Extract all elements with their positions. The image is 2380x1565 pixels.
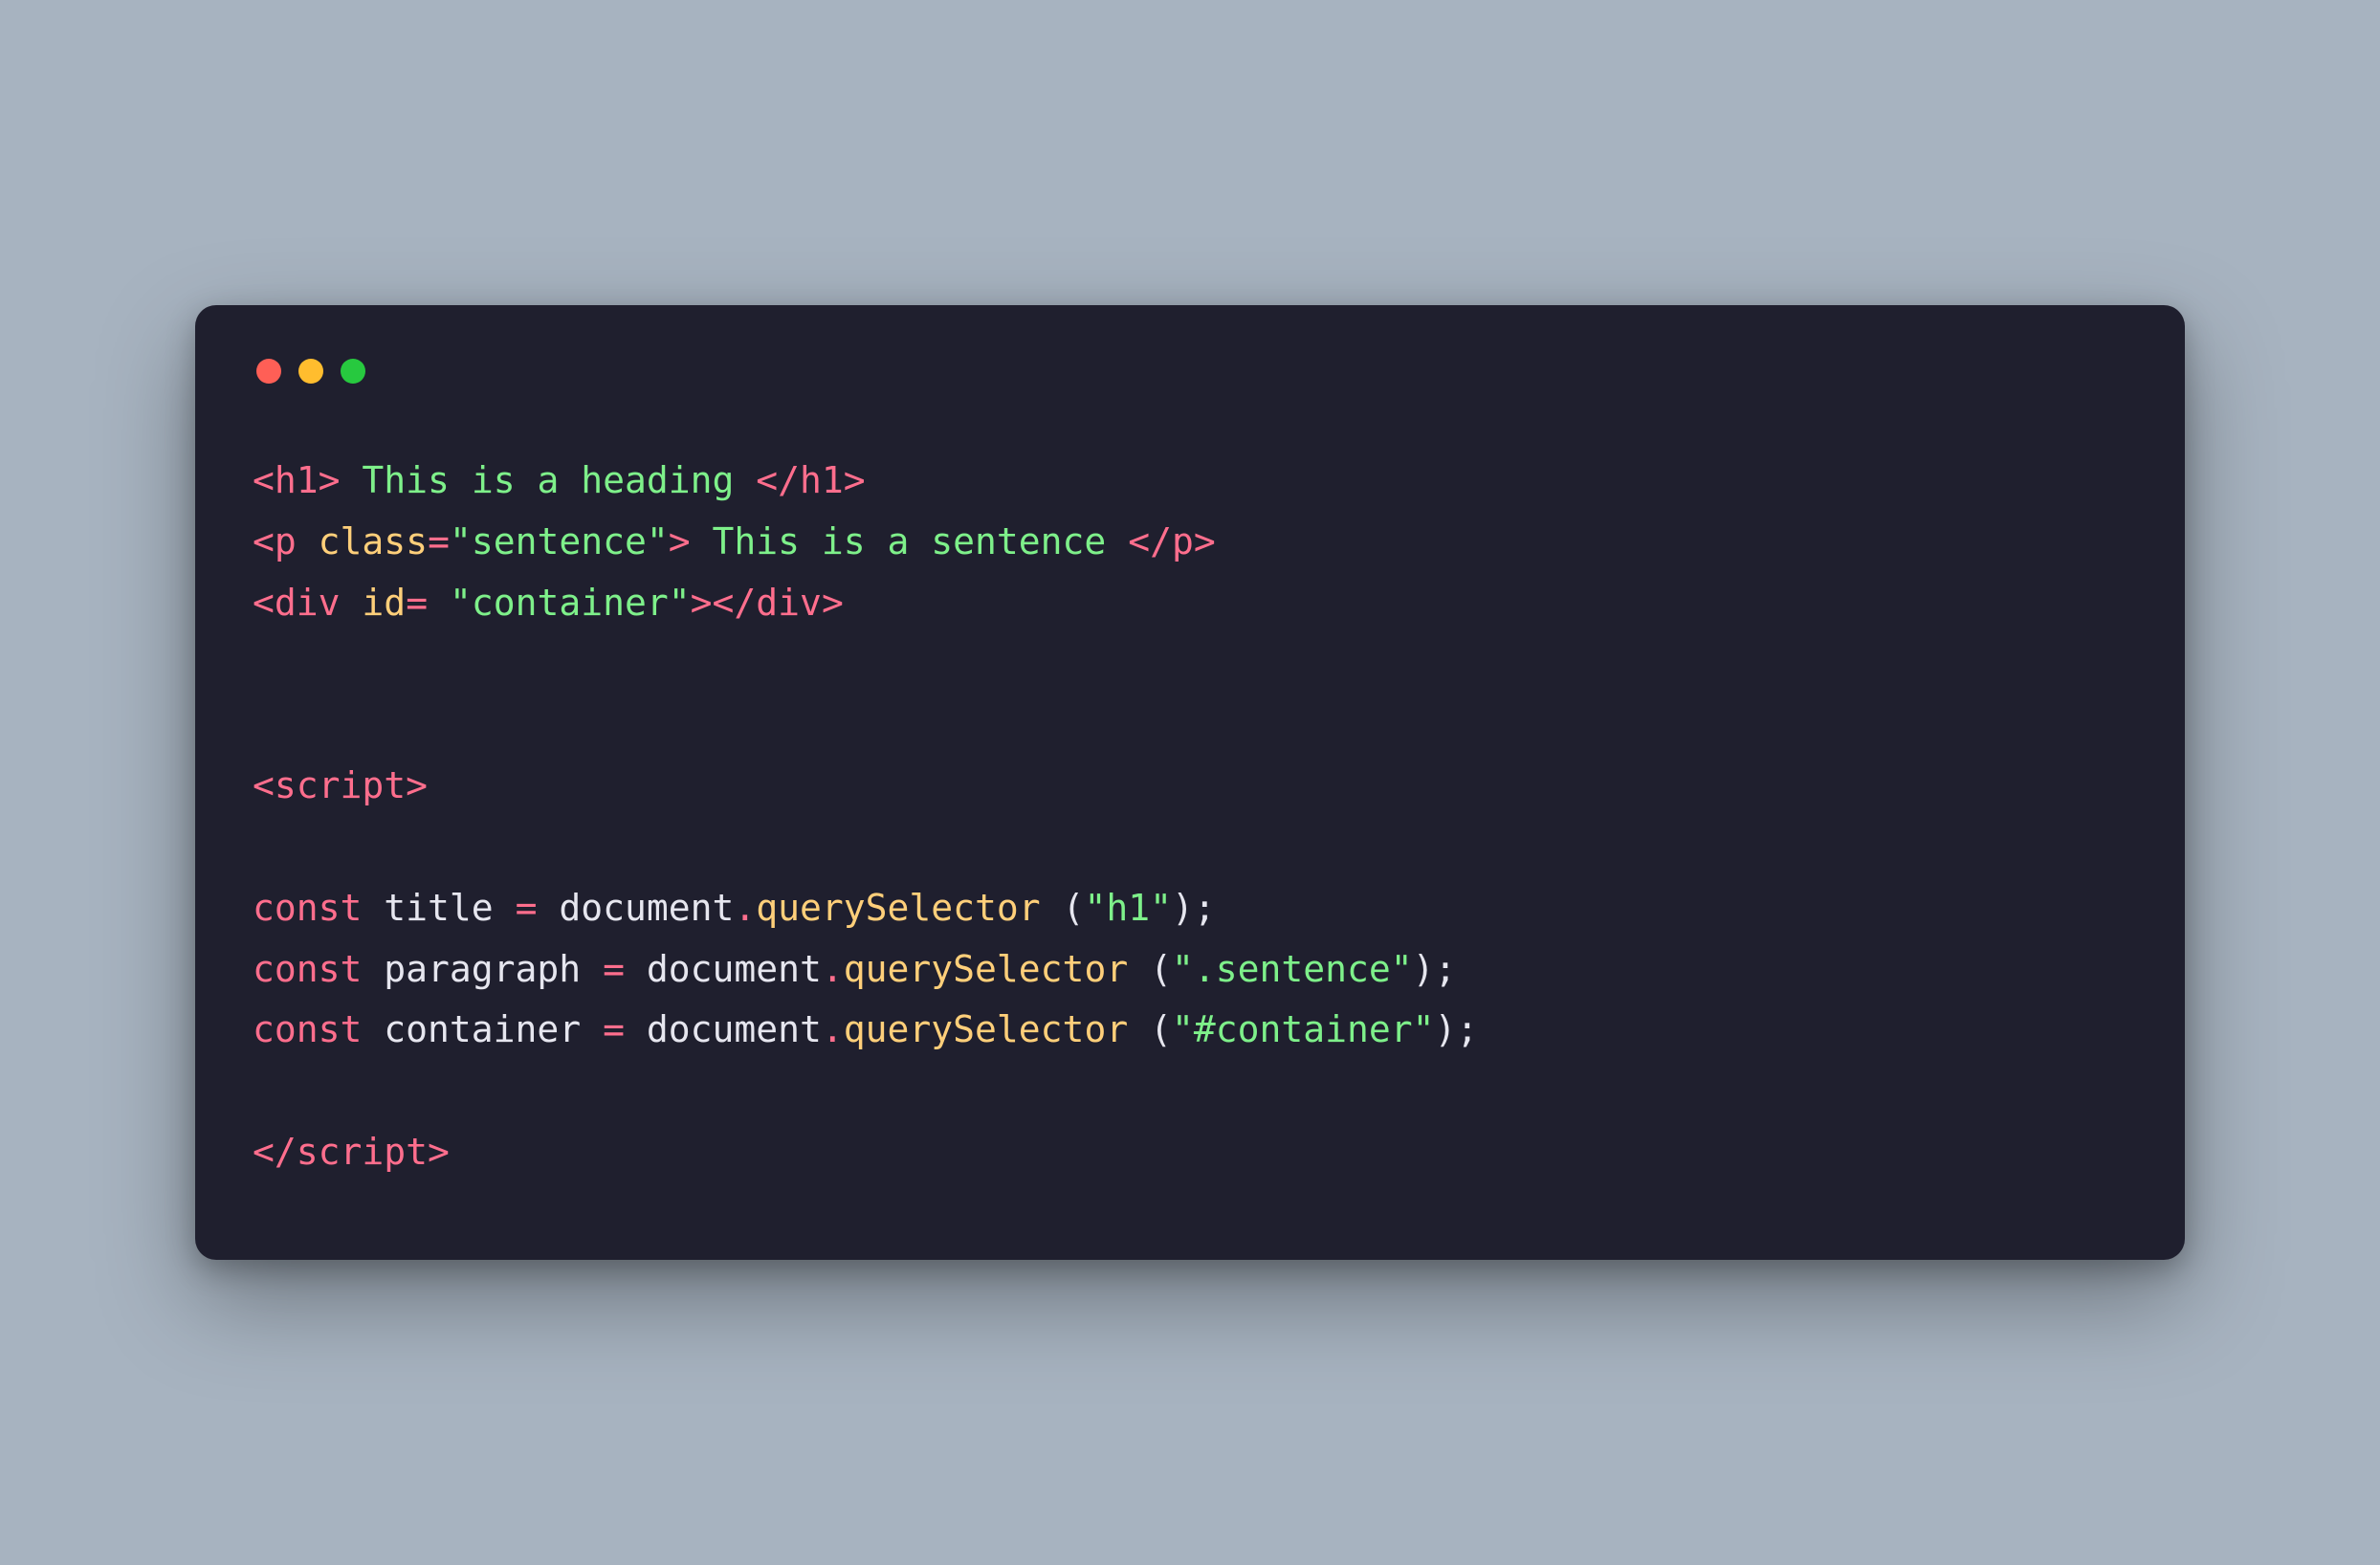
code-token-dot: . [734,887,756,929]
window-maximize-dot[interactable] [341,359,365,384]
code-token-tag: div [275,582,341,624]
code-token-angle: </ [1128,520,1172,562]
code-token-str: "h1" [1084,887,1172,929]
code-token-str: ".sentence" [1172,948,1413,990]
code-token-punc: ( [1063,887,1085,929]
code-token-method: querySelector [844,948,1128,990]
code-token-punc: ) [1413,948,1435,990]
code-line: <p class="sentence"> This is a sentence … [253,520,1216,562]
code-token-ident [537,887,559,929]
code-token-ident [362,1008,384,1050]
code-token-angle: < [253,764,275,806]
code-token-punc: ) [1172,887,1194,929]
code-token-angle: > [319,459,341,501]
code-token-method: querySelector [756,887,1040,929]
code-token-angle: > [844,459,866,501]
code-token-angle: < [253,582,275,624]
code-token-ident [581,1008,603,1050]
code-token-ident [428,582,450,624]
code-editor-window: <h1> This is a heading </h1> <p class="s… [195,305,2185,1260]
code-token-eq: = [516,887,538,929]
code-token-ident [362,948,384,990]
code-token-ident [1128,1008,1150,1050]
code-token-ident [297,520,319,562]
code-token-punc: ( [1150,1008,1172,1050]
code-token-punc: ; [1435,948,1457,990]
code-token-text: This is a sentence [691,520,1129,562]
code-token-tag: script [275,764,406,806]
code-token-dot: . [822,948,844,990]
code-token-ident [1128,948,1150,990]
code-token-eq: = [603,948,625,990]
code-token-tag: p [275,520,297,562]
code-token-angle: > [822,582,844,624]
code-token-ident [362,887,384,929]
code-token-ident: paragraph [384,948,581,990]
code-token-punc: ) [1435,1008,1457,1050]
code-token-angle: > [669,520,691,562]
code-token-attr: class [319,520,428,562]
code-token-prop: document [559,887,734,929]
code-token-angle: > [428,1131,450,1173]
code-token-text: This is a heading [341,459,757,501]
code-token-ident [1041,887,1063,929]
window-minimize-dot[interactable] [298,359,323,384]
window-close-dot[interactable] [256,359,281,384]
code-token-angle: > [1194,520,1216,562]
code-token-ident [625,1008,647,1050]
code-token-punc: ; [1194,887,1216,929]
code-token-kw: const [253,1008,362,1050]
code-line: </script> [253,1131,450,1173]
code-token-ident: container [384,1008,581,1050]
code-token-kw: const [253,887,362,929]
code-line: <h1> This is a heading </h1> [253,459,866,501]
code-token-angle: < [253,520,275,562]
code-token-eq: = [603,1008,625,1050]
code-line: <script> [253,764,428,806]
code-line: const title = document.querySelector ("h… [253,887,1216,929]
code-token-ident [341,582,363,624]
code-token-kw: const [253,948,362,990]
code-token-attr: id [362,582,406,624]
code-token-ident [494,887,516,929]
code-token-tag: p [1172,520,1194,562]
code-token-prop: document [647,1008,822,1050]
code-token-eq: = [428,520,450,562]
code-token-angle: < [253,459,275,501]
code-token-method: querySelector [844,1008,1128,1050]
window-titlebar [253,359,2127,384]
code-line: <div id= "container"></div> [253,582,844,624]
code-token-tag: div [756,582,822,624]
code-token-str: "container" [450,582,691,624]
code-token-eq: = [406,582,428,624]
code-token-tag: h1 [275,459,319,501]
code-token-tag: script [297,1131,428,1173]
code-line: const container = document.querySelector… [253,1008,1478,1050]
code-block[interactable]: <h1> This is a heading </h1> <p class="s… [253,451,2127,1183]
code-token-tag: h1 [800,459,844,501]
code-token-ident [581,948,603,990]
code-token-angle: </ [253,1131,297,1173]
code-token-ident: title [384,887,493,929]
code-token-punc: ; [1456,1008,1478,1050]
code-token-punc: ( [1150,948,1172,990]
code-line: const paragraph = document.querySelector… [253,948,1456,990]
code-token-angle: </ [756,459,800,501]
code-token-angle: > [691,582,713,624]
code-token-angle: </ [713,582,757,624]
code-token-str: "sentence" [450,520,669,562]
code-token-prop: document [647,948,822,990]
code-token-str: "#container" [1172,1008,1435,1050]
code-token-angle: > [406,764,428,806]
code-token-dot: . [822,1008,844,1050]
code-token-ident [625,948,647,990]
